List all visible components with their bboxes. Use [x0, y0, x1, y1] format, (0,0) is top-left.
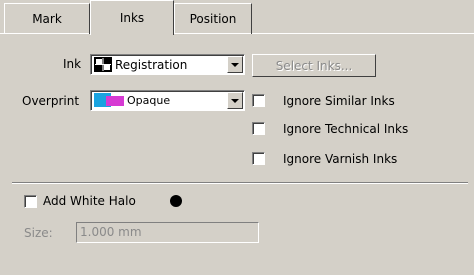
- ignore-technical-inks-label: Ignore Technical Inks: [283, 122, 409, 136]
- ignore-varnish-inks-label: Ignore Varnish Inks: [283, 152, 398, 166]
- tab-mark-label: Mark: [32, 12, 62, 26]
- ink-select-value: Registration: [94, 57, 187, 72]
- overprint-label: Overprint: [22, 94, 80, 108]
- chevron-down-icon[interactable]: [227, 92, 243, 109]
- overprint-select-text: Opaque: [127, 93, 171, 107]
- overprint-select-value: Opaque: [94, 93, 170, 107]
- chevron-down-icon[interactable]: [227, 56, 243, 73]
- tab-strip: Mark Inks Position: [0, 0, 474, 35]
- ink-label: Ink: [63, 57, 82, 71]
- tab-inks-label: Inks: [119, 11, 145, 25]
- select-inks-button[interactable]: Select Inks...: [252, 54, 376, 77]
- ignore-similar-inks-checkbox[interactable]: [252, 94, 265, 107]
- ignore-varnish-inks-checkbox[interactable]: [252, 152, 265, 165]
- tab-inks[interactable]: Inks: [90, 0, 174, 35]
- tab-position-label: Position: [189, 12, 237, 26]
- registration-mark-icon: [94, 57, 112, 72]
- halo-size-field[interactable]: 1.000 mm: [76, 222, 259, 243]
- opaque-swatch-icon: [94, 93, 124, 107]
- size-label: Size:: [24, 226, 53, 240]
- ignore-technical-inks-checkbox[interactable]: [252, 122, 265, 135]
- tab-position[interactable]: Position: [174, 3, 252, 34]
- ink-select[interactable]: Registration: [90, 54, 245, 75]
- ink-select-text: Registration: [115, 57, 188, 72]
- halo-size-value: 1.000 mm: [80, 225, 142, 239]
- overprint-select[interactable]: Opaque: [90, 90, 245, 111]
- tab-mark[interactable]: Mark: [4, 3, 90, 34]
- add-white-halo-checkbox[interactable]: [24, 195, 37, 208]
- select-inks-label: Select Inks...: [275, 58, 353, 73]
- halo-color-dot-icon[interactable]: [169, 194, 183, 208]
- separator-highlight: [12, 183, 468, 184]
- ignore-similar-inks-label: Ignore Similar Inks: [283, 94, 395, 108]
- add-white-halo-label: Add White Halo: [43, 194, 136, 208]
